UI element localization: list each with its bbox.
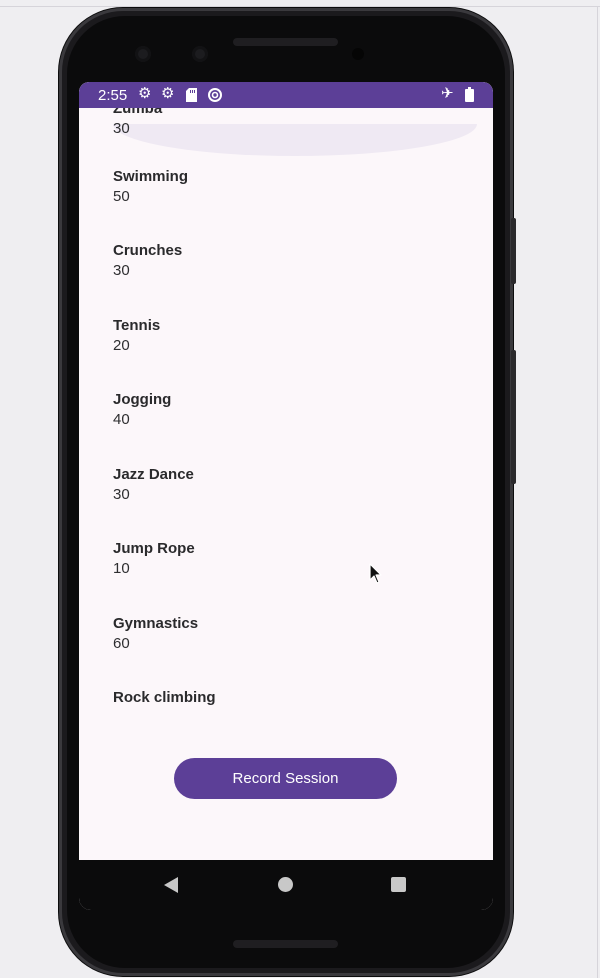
activity-value: 30 bbox=[113, 120, 130, 137]
list-item[interactable]: Gymnastics 60 bbox=[113, 615, 198, 652]
activity-value: 60 bbox=[113, 635, 130, 652]
activity-name: Zumba bbox=[113, 108, 163, 117]
activity-value: 40 bbox=[113, 411, 130, 428]
activity-name: Jazz Dance bbox=[113, 466, 194, 483]
gear-icon: ⚙ bbox=[138, 85, 152, 102]
status-bar: 2:55 ⚙ ⚙ ✈ bbox=[79, 82, 493, 108]
airplane-mode-icon: ✈ bbox=[441, 85, 454, 102]
list-item[interactable]: Crunches 30 bbox=[113, 242, 182, 279]
list-item[interactable]: Swimming 50 bbox=[113, 168, 188, 205]
overscroll-glow bbox=[113, 124, 477, 156]
window-top-border bbox=[0, 6, 600, 7]
list-item[interactable]: Jump Rope 10 bbox=[113, 540, 195, 577]
list-item[interactable]: Zumba 30 bbox=[113, 108, 162, 137]
activity-value: 30 bbox=[113, 486, 130, 503]
power-button[interactable] bbox=[511, 218, 516, 284]
record-session-button[interactable]: Record Session bbox=[174, 758, 397, 799]
earpiece-speaker bbox=[233, 38, 338, 46]
activity-value: 50 bbox=[113, 188, 130, 205]
list-item[interactable]: Jazz Dance 30 bbox=[113, 466, 194, 503]
front-camera-icon bbox=[135, 46, 151, 62]
volume-button[interactable] bbox=[511, 350, 516, 484]
mouse-cursor-icon bbox=[369, 563, 382, 584]
list-item[interactable]: Rock climbing bbox=[113, 689, 216, 709]
back-icon[interactable] bbox=[164, 877, 178, 893]
battery-icon bbox=[465, 87, 474, 102]
home-icon[interactable] bbox=[278, 877, 293, 892]
sync-icon bbox=[208, 88, 222, 102]
activity-name: Jogging bbox=[113, 391, 172, 408]
activity-name: Swimming bbox=[113, 168, 189, 185]
activity-name: Tennis bbox=[113, 317, 161, 334]
sd-card-icon bbox=[186, 88, 197, 102]
list-item[interactable]: Jogging 40 bbox=[113, 391, 171, 428]
activity-name: Rock climbing bbox=[113, 689, 216, 706]
navigation-bar bbox=[79, 860, 493, 910]
activity-name: Gymnastics bbox=[113, 615, 199, 632]
list-item[interactable]: Tennis 20 bbox=[113, 317, 160, 354]
recent-apps-icon[interactable] bbox=[391, 877, 406, 892]
window-right-border bbox=[597, 6, 598, 978]
phone-screen: 2:55 ⚙ ⚙ ✈ Zumba 30 Swimming 50 Crunches… bbox=[79, 82, 493, 910]
activity-list[interactable]: Zumba 30 Swimming 50 Crunches 30 Tennis … bbox=[79, 108, 493, 860]
gear-icon: ⚙ bbox=[161, 85, 175, 102]
activity-name: Jump Rope bbox=[113, 540, 195, 557]
activity-name: Crunches bbox=[113, 242, 183, 259]
activity-value: 10 bbox=[113, 560, 130, 577]
bottom-speaker bbox=[233, 940, 338, 948]
activity-value: 30 bbox=[113, 262, 130, 279]
activity-value: 20 bbox=[113, 337, 130, 354]
status-time: 2:55 bbox=[98, 87, 128, 104]
front-camera-icon bbox=[192, 46, 208, 62]
proximity-sensor bbox=[352, 48, 364, 60]
